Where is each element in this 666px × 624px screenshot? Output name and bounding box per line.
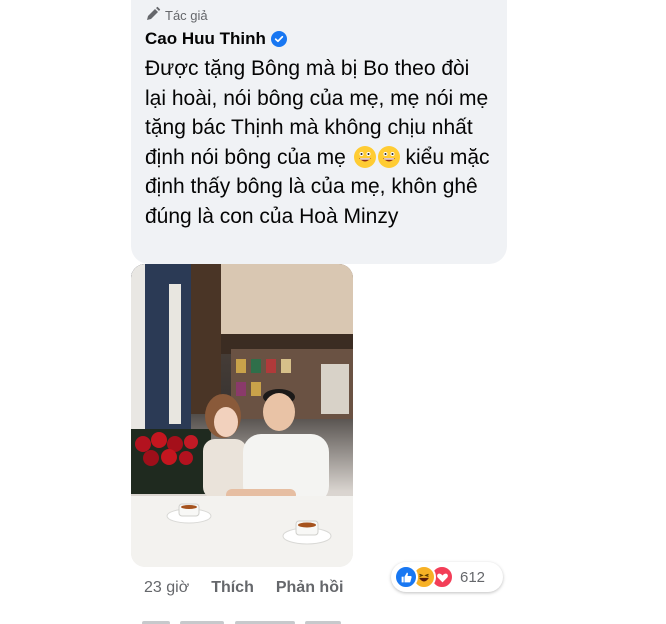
comment-text: Được tặng Bông mà bị Bo theo đòi lại hoà…	[145, 54, 495, 231]
comment-photo[interactable]	[131, 264, 353, 567]
pencil-icon	[145, 6, 161, 25]
reply-button[interactable]: Phản hồi	[276, 579, 344, 597]
author-name[interactable]: Cao Huu Thinh	[145, 29, 266, 49]
author-badge-label: Tác giả	[165, 7, 208, 23]
grinning-face-icon	[377, 145, 400, 168]
author-row: Cao Huu Thinh	[145, 26, 493, 52]
grinning-face-icon	[353, 145, 376, 168]
comment-timestamp[interactable]: 23 giờ	[144, 579, 189, 597]
like-icon	[394, 565, 418, 589]
comment-bubble: Tác giả Cao Huu Thinh Được tặng Bông mà …	[131, 0, 507, 264]
next-comment-preview	[142, 612, 402, 624]
author-badge: Tác giả	[145, 4, 493, 26]
like-button[interactable]: Thích	[211, 579, 254, 597]
reaction-count: 612	[460, 568, 486, 586]
verified-badge-icon	[270, 31, 287, 47]
reactions-summary[interactable]: 612	[391, 562, 503, 592]
comment-actions: 23 giờ Thích Phản hồi	[144, 576, 365, 600]
